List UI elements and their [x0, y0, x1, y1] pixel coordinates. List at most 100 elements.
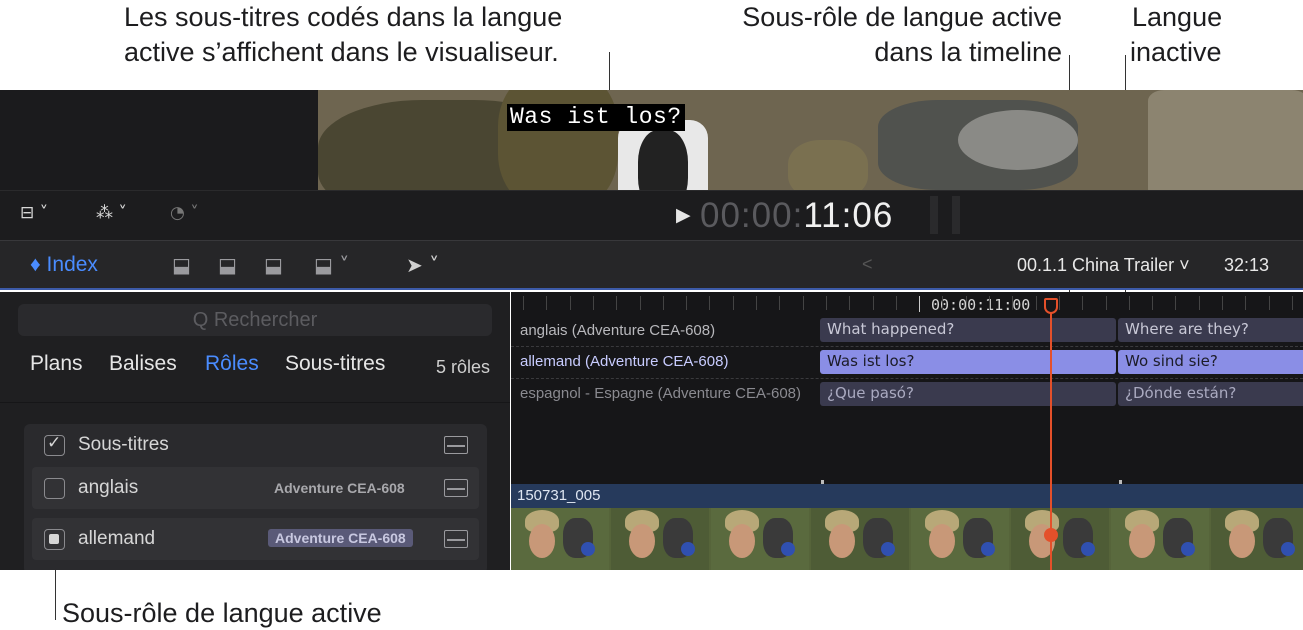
- callout-inactive-line1: Langue: [1132, 2, 1223, 32]
- connect-clip-icon[interactable]: ⬓: [172, 253, 191, 277]
- caption-clip[interactable]: ¿Que pasó?: [820, 382, 1116, 406]
- magic-wand-icon[interactable]: ⁂ ˅: [96, 203, 127, 223]
- skimmer-dot: [1044, 528, 1058, 542]
- filmstrip-frame: [711, 508, 809, 570]
- role-checkbox-anglais[interactable]: [44, 478, 65, 499]
- ruler-tick: [1245, 296, 1247, 310]
- ruler-tick: [1291, 296, 1293, 310]
- caption-clip-active[interactable]: Wo sind sie?: [1118, 350, 1303, 374]
- clip-appearance-icon[interactable]: ⊟ ˅: [20, 203, 48, 223]
- lane-divider: [511, 378, 1303, 379]
- role-label-sous-titres: Sous-titres: [78, 434, 169, 455]
- ruler-tick: [942, 296, 944, 310]
- speedometer-icon[interactable]: ◔ ˅: [170, 203, 199, 223]
- ruler-tick: [662, 296, 664, 310]
- viewer-caption: Was ist los?: [507, 104, 685, 131]
- filmstrip-frame: [611, 508, 709, 570]
- caption-clip-active[interactable]: Was ist los?: [820, 350, 1116, 374]
- viewer[interactable]: Was ist los?: [0, 90, 1303, 190]
- ruler-tick: [872, 296, 874, 310]
- callout-active-tl-line1: Sous-rôle de langue active: [742, 2, 1062, 32]
- play-icon[interactable]: ▶: [676, 204, 691, 226]
- filmstrip-frame: [511, 508, 609, 570]
- tab-roles[interactable]: Rôles: [205, 352, 259, 376]
- tab-plans[interactable]: Plans: [30, 352, 83, 376]
- ruler-tick: [732, 296, 734, 310]
- ruler-tick: [1128, 296, 1130, 310]
- video-frame: [318, 90, 1303, 190]
- ruler-tick: [895, 296, 897, 310]
- lane-name-espagnol: espagnol - Espagne (Adventure CEA-608): [520, 385, 802, 402]
- ruler-tick: [1035, 296, 1037, 310]
- select-tool-icon[interactable]: ➤ ˅: [406, 253, 439, 277]
- caption-clip[interactable]: Where are they?: [1118, 318, 1303, 342]
- playback-timecode: 00:00:11:06: [700, 196, 893, 236]
- timeline-ruler[interactable]: 00:00:11:00: [511, 292, 1303, 316]
- lane-toggle-icon[interactable]: [444, 436, 468, 454]
- ruler-tick: [546, 296, 548, 310]
- ruler-tick: [569, 296, 571, 310]
- role-row-allemand[interactable]: allemand Adventure CEA-608: [32, 518, 479, 560]
- chevron-left-icon[interactable]: <: [862, 254, 873, 275]
- ruler-tick: [1058, 296, 1060, 310]
- ruler-tick: [1152, 296, 1154, 310]
- role-checkbox-allemand[interactable]: [44, 529, 65, 550]
- overwrite-clip-icon[interactable]: ⬓ ˅: [314, 253, 349, 277]
- lane-toggle-icon[interactable]: [444, 479, 468, 497]
- ruler-tick: [779, 296, 781, 310]
- timecode-dim: 00:00:: [700, 196, 804, 235]
- callout-active-tl-line2: dans la timeline: [874, 37, 1062, 67]
- ruler-tick: [919, 296, 921, 312]
- caption-clip[interactable]: What happened?: [820, 318, 1116, 342]
- timecode-bright: 11:06: [803, 196, 894, 235]
- role-count: 5 rôles: [436, 357, 491, 377]
- role-checkbox-sous-titres[interactable]: ✓: [44, 433, 65, 456]
- timeline-index-panel: Q Rechercher Plans Balises Rôles Sous-ti…: [0, 292, 510, 570]
- ruler-tick: [523, 296, 524, 310]
- ruler-tick: [1082, 296, 1084, 310]
- playhead-handle[interactable]: [1044, 298, 1058, 314]
- timeline-toolbar: ♦ Index ⬓ ⬓ ⬓ ⬓ ˅ ➤ ˅ < 00.1.1 China Tra…: [0, 240, 1303, 290]
- callout-inactive: Langue inactive: [1130, 0, 1222, 70]
- lane-divider: [511, 346, 1303, 347]
- role-row-anglais[interactable]: anglais Adventure CEA-608: [32, 467, 479, 509]
- ruler-tick: [592, 296, 594, 310]
- project-duration: 32:13: [1224, 255, 1270, 275]
- meter-bar-left: [930, 196, 938, 234]
- filmstrip-frame: [811, 508, 909, 570]
- project-name[interactable]: 00.1.1 China Trailer ˅: [1017, 255, 1190, 276]
- tab-sous-titres[interactable]: Sous-titres: [285, 352, 385, 376]
- ruler-tick: [616, 296, 618, 310]
- callout-viewer-caption: Les sous-titres codés dans la langue act…: [124, 0, 562, 70]
- append-clip-icon[interactable]: ⬓: [264, 253, 283, 277]
- playback-toolbar: ⊟ ˅ ⁂ ˅ ◔ ˅ ▶ 00:00:11:06: [0, 190, 1303, 240]
- filmstrip-frame: [1111, 508, 1209, 570]
- ruler-tick: [686, 296, 688, 310]
- filmstrip-frame: [1011, 508, 1109, 570]
- ruler-tick: [1175, 296, 1177, 310]
- ruler-tick: [709, 296, 711, 310]
- ruler-tick: [849, 296, 851, 310]
- ruler-tick: [989, 296, 990, 310]
- index-button[interactable]: ♦ Index: [30, 253, 98, 277]
- role-tag-anglais: Adventure CEA-608: [274, 480, 405, 496]
- video-filmstrip[interactable]: [511, 508, 1303, 570]
- insert-clip-icon[interactable]: ⬓: [218, 253, 237, 277]
- filmstrip-frame: [911, 508, 1009, 570]
- lane-name-anglais: anglais (Adventure CEA-608): [520, 322, 716, 339]
- meter-bar-right: [952, 196, 960, 234]
- timeline[interactable]: 00:00:11:00 anglais (Adventure CEA-608) …: [511, 292, 1303, 570]
- role-label-anglais: anglais: [78, 477, 139, 498]
- search-input[interactable]: Q Rechercher: [18, 304, 492, 336]
- ruler-timecode: 00:00:11:00: [931, 296, 1031, 314]
- filmstrip-frame: [1211, 508, 1303, 570]
- ruler-tick: [825, 296, 827, 310]
- video-clip-header[interactable]: 150731_005: [511, 484, 1303, 508]
- ruler-tick: [1012, 296, 1014, 310]
- lane-toggle-icon[interactable]: [444, 530, 468, 548]
- ruler-tick: [756, 296, 757, 310]
- caption-clip[interactable]: ¿Dónde están?: [1118, 382, 1303, 406]
- lane-name-allemand: allemand (Adventure CEA-608): [520, 353, 729, 370]
- role-row-sous-titres[interactable]: ✓ Sous-titres: [32, 426, 479, 464]
- tab-balises[interactable]: Balises: [109, 352, 177, 376]
